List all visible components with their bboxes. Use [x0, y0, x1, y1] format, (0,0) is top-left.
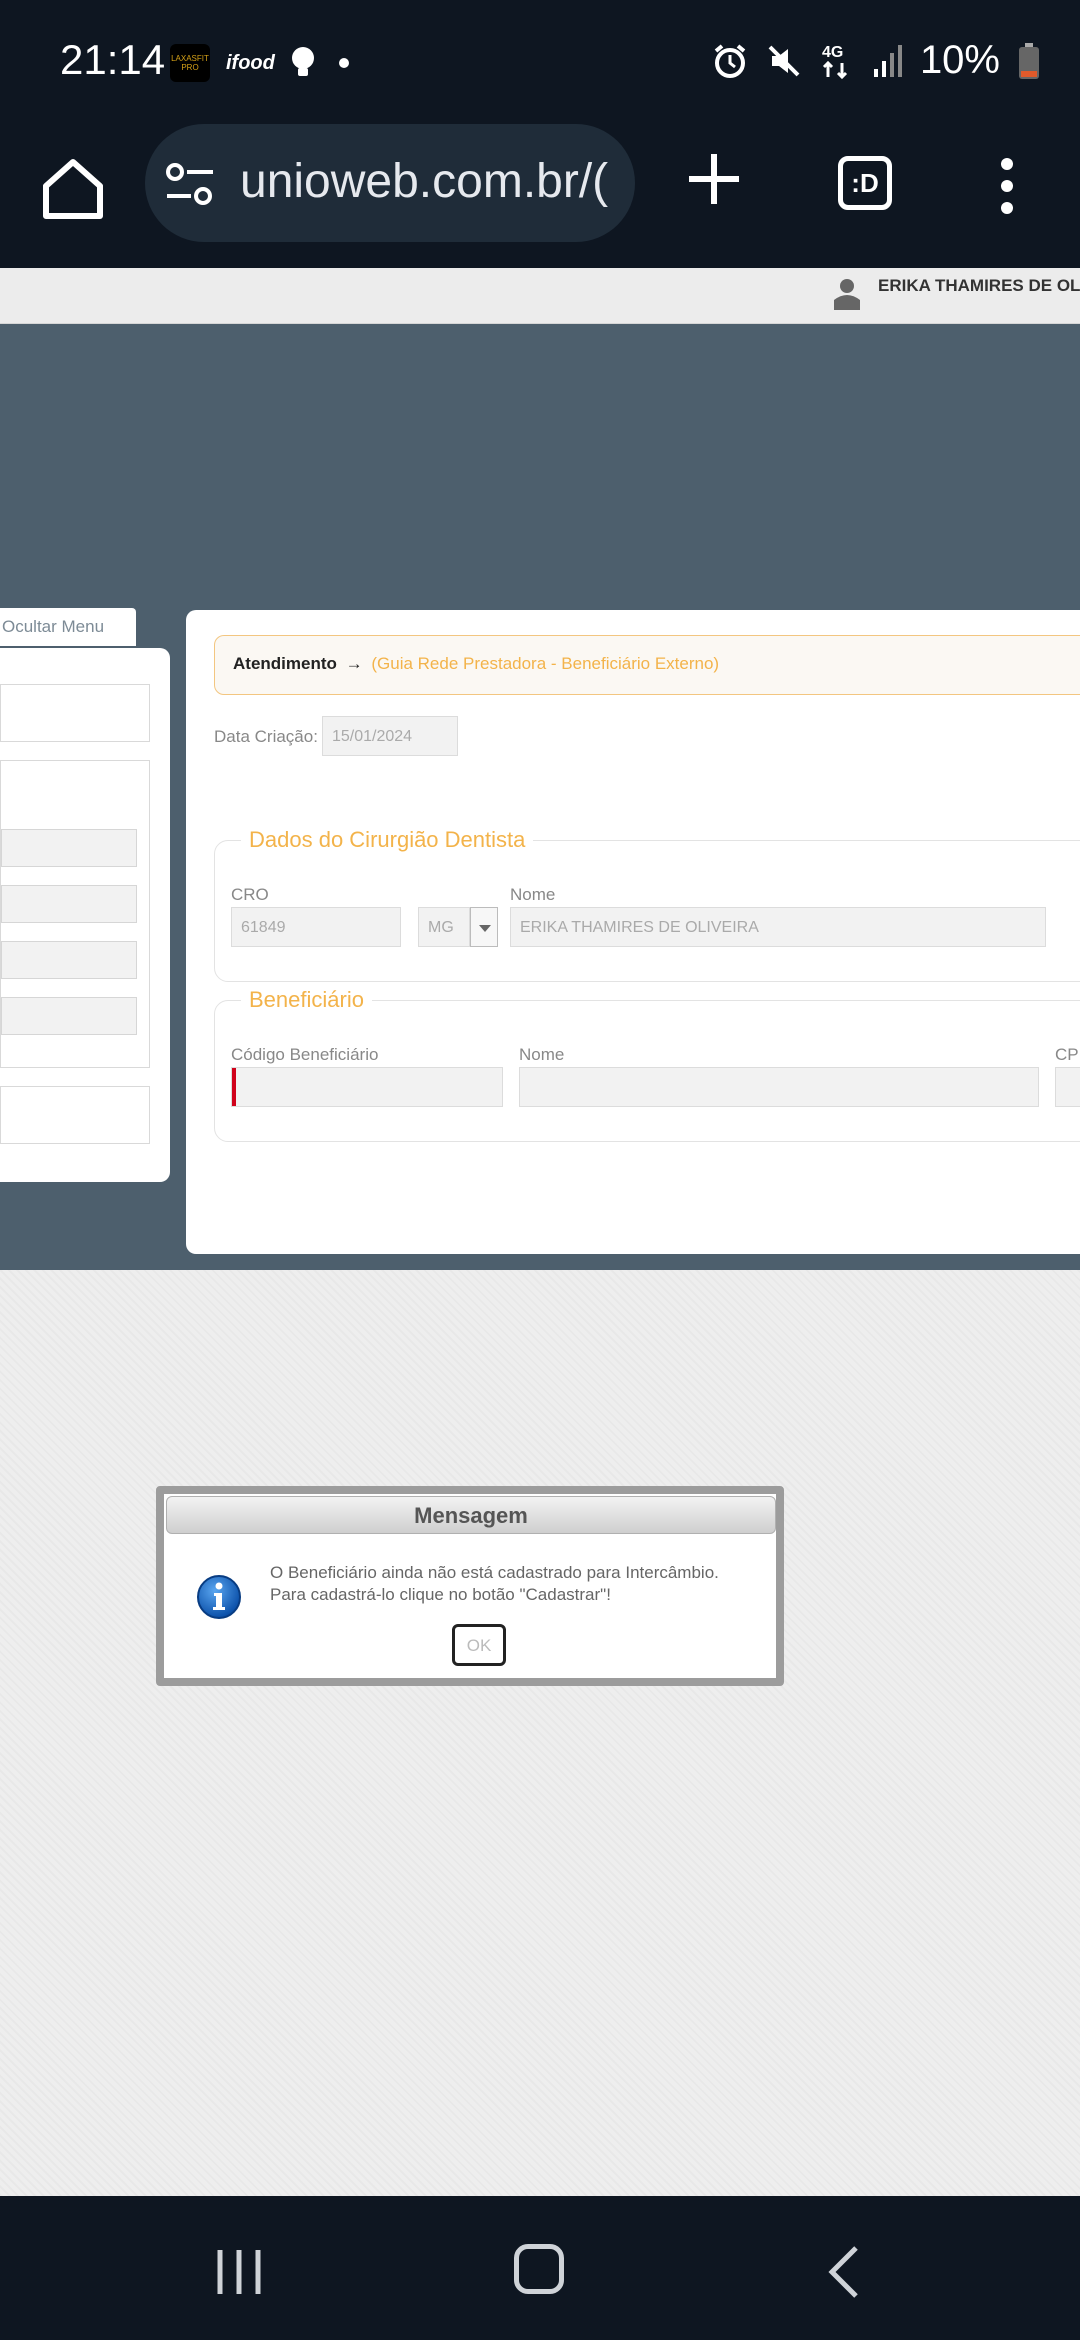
dialog-message-line-1: O Beneficiário ainda não está cadastrado… — [270, 1563, 719, 1582]
logged-user-name: ERIKA THAMIRES DE OLIVEIRA — [878, 276, 1080, 295]
ok-button[interactable]: OK — [452, 1624, 506, 1666]
required-field-marker — [232, 1068, 236, 1106]
alarm-icon — [714, 43, 746, 78]
url-text: unioweb.com.br/( — [240, 155, 609, 208]
info-icon — [197, 1575, 241, 1619]
beneficiary-fieldset: Beneficiário Código Beneficiário Nome CP — [214, 987, 1080, 1142]
chevron-down-icon[interactable] — [470, 907, 498, 947]
creation-date-label: Data Criação: — [214, 727, 318, 746]
beneficiary-code-input[interactable] — [231, 1067, 503, 1107]
page-header: ERIKA THAMIRES DE OLIVEIRA — [0, 268, 1080, 324]
beneficiary-cpf-field[interactable] — [1055, 1067, 1080, 1107]
side-menu-field[interactable] — [1, 997, 137, 1035]
lightbulb-icon — [291, 47, 314, 76]
side-menu-box — [0, 684, 150, 742]
dentist-name-field: ERIKA THAMIRES DE OLIVEIRA — [510, 907, 1046, 947]
uf-select[interactable]: MG — [418, 907, 470, 947]
network-4g-icon: 4G — [822, 44, 847, 79]
ifood-app-icon: ifood — [226, 51, 275, 74]
address-bar[interactable]: unioweb.com.br/( — [145, 124, 635, 242]
new-tab-icon[interactable] — [685, 150, 743, 208]
side-menu-field[interactable] — [1, 829, 137, 867]
side-menu-field[interactable] — [1, 885, 137, 923]
clock: 21:14 — [60, 36, 166, 83]
status-bar: 21:14 LAXASFIT PRO ifood 4G 10% — [0, 0, 1080, 120]
dialog-message-line-2: Para cadastrá-lo clique no botão "Cadast… — [270, 1585, 611, 1604]
main-panel: Atendimento → (Guia Rede Prestadora - Be… — [186, 610, 1080, 1254]
svg-text:4G: 4G — [822, 44, 843, 61]
back-icon[interactable] — [826, 2244, 860, 2300]
cro-label: CRO — [231, 885, 269, 904]
home-icon[interactable] — [38, 154, 108, 224]
dentist-legend: Dados do Cirurgião Dentista — [241, 827, 534, 853]
laxasfit-app-icon: LAXASFIT PRO — [170, 44, 210, 82]
beneficiary-name-label: Nome — [519, 1045, 565, 1064]
home-button-icon[interactable] — [514, 2244, 564, 2294]
side-menu-field[interactable] — [1, 941, 137, 979]
system-nav-bar — [0, 2196, 1080, 2340]
beneficiary-cpf-label: CP — [1055, 1045, 1079, 1064]
user-icon — [834, 279, 860, 310]
dialog-title: Mensagem — [166, 1496, 776, 1534]
battery-icon — [1019, 42, 1039, 79]
recent-apps-icon[interactable] — [216, 2248, 262, 2296]
dialog-message: O Beneficiário ainda não está cadastrado… — [270, 1562, 770, 1606]
browser-toolbar: unioweb.com.br/( :D — [0, 120, 1080, 268]
dentist-fieldset: Dados do Cirurgião Dentista CRO 61849 MG… — [214, 827, 1080, 982]
tab-switcher-icon[interactable]: :D — [838, 156, 892, 210]
beneficiary-code-label: Código Beneficiário — [231, 1045, 379, 1064]
more-menu-icon[interactable] — [995, 156, 1019, 216]
side-menu-box — [0, 1086, 150, 1144]
web-content: ERIKA THAMIRES DE OLIVEIRA Ocultar Menu … — [0, 268, 1080, 2196]
notification-icons: LAXASFIT PRO ifood — [170, 44, 349, 82]
breadcrumb-section: Atendimento — [233, 654, 337, 673]
system-status-icons: 4G 10% — [712, 38, 1040, 83]
beneficiary-name-field[interactable] — [519, 1067, 1039, 1107]
message-dialog: Mensagem O Beneficiário ainda não está c… — [156, 1486, 784, 1686]
breadcrumb-page: (Guia Rede Prestadora - Beneficiário Ext… — [371, 654, 720, 673]
side-menu-box — [0, 760, 150, 1068]
site-settings-icon[interactable] — [165, 162, 215, 206]
breadcrumb: Atendimento → (Guia Rede Prestadora - Be… — [214, 635, 1080, 695]
creation-date-field: 15/01/2024 — [322, 716, 458, 756]
mute-icon — [768, 45, 800, 76]
cro-field: 61849 — [231, 907, 401, 947]
battery-percent: 10% — [919, 38, 1000, 82]
breadcrumb-arrow: → — [345, 654, 363, 673]
dentist-name-label: Nome — [510, 885, 556, 904]
more-notifications-dot-icon — [338, 58, 349, 68]
signal-icon — [873, 44, 902, 77]
beneficiary-legend: Beneficiário — [241, 987, 372, 1013]
side-menu-panel — [0, 648, 170, 1182]
hide-menu-tab[interactable]: Ocultar Menu — [0, 608, 136, 646]
